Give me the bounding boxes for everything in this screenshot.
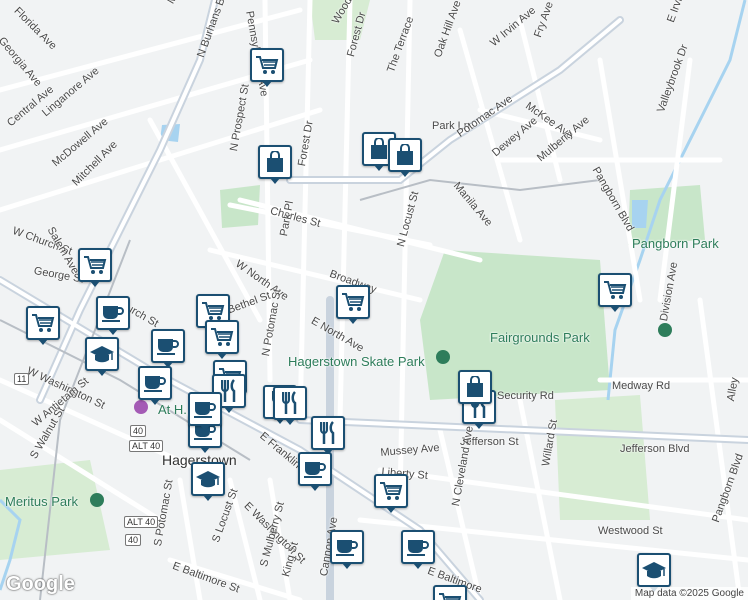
map-attribution[interactable]: Map data ©2025 Google xyxy=(630,587,748,600)
poi-label[interactable]: Meritus Park xyxy=(5,494,78,509)
road-label: Westwood St xyxy=(598,525,663,537)
bag-icon xyxy=(395,144,415,166)
cup-icon xyxy=(406,537,430,557)
marker-tail xyxy=(610,306,620,312)
route-shield: 11 xyxy=(14,373,30,385)
cart-icon xyxy=(438,592,462,600)
poi-label[interactable]: Hagerstown Skate Park xyxy=(288,354,425,369)
bag-icon xyxy=(465,376,485,398)
marker-tail xyxy=(285,419,295,425)
marker-tail xyxy=(310,485,320,491)
route-shield: 40 xyxy=(130,425,147,437)
map-marker-cup[interactable] xyxy=(330,530,364,569)
cup-icon xyxy=(143,373,167,393)
google-logo: Google xyxy=(6,573,75,595)
map-marker-cart[interactable] xyxy=(374,474,408,513)
cart-icon xyxy=(31,313,55,333)
school-icon xyxy=(641,560,667,580)
map-view[interactable]: Florida AveGeorgia AveN Burhans BlvdMulb… xyxy=(0,0,748,600)
cup-icon xyxy=(303,459,327,479)
marker-tail xyxy=(386,507,396,513)
marker-tail xyxy=(270,178,280,184)
fork-knife-icon xyxy=(279,391,301,415)
cart-icon xyxy=(83,255,107,275)
route-shield: ALT 40 xyxy=(124,516,159,528)
map-marker-bag[interactable] xyxy=(458,370,492,409)
marker-tail xyxy=(97,370,107,376)
cup-icon xyxy=(156,336,180,356)
poi-label[interactable]: Fairgrounds Park xyxy=(490,330,590,345)
poi-label[interactable]: Pangborn Park xyxy=(632,236,719,251)
map-marker-cart[interactable] xyxy=(205,320,239,359)
marker-tail xyxy=(150,399,160,405)
map-marker-school[interactable] xyxy=(637,553,671,592)
cart-icon xyxy=(201,301,225,321)
map-marker-school[interactable] xyxy=(191,462,225,501)
map-marker-school[interactable] xyxy=(85,337,119,376)
map-marker-cart[interactable] xyxy=(598,273,632,312)
school-icon xyxy=(195,469,221,489)
cart-icon xyxy=(379,481,403,501)
marker-tail xyxy=(90,281,100,287)
fork-knife-icon xyxy=(317,421,339,445)
cup-icon xyxy=(193,399,217,419)
map-marker-cart[interactable] xyxy=(433,585,467,600)
marker-tail xyxy=(374,165,384,171)
marker-tail xyxy=(203,495,213,501)
school-icon xyxy=(89,344,115,364)
skate-park-pin xyxy=(436,350,450,364)
marker-tail xyxy=(474,423,484,429)
marker-tail xyxy=(348,318,358,324)
map-marker-cup[interactable] xyxy=(138,366,172,405)
map-marker-cart[interactable] xyxy=(336,285,370,324)
meritus-park-pin xyxy=(90,493,104,507)
marker-tail xyxy=(470,403,480,409)
attraction-pin xyxy=(134,400,148,414)
marker-tail xyxy=(413,563,423,569)
road-label: Jefferson Blvd xyxy=(620,443,690,455)
map-marker-cup[interactable] xyxy=(151,329,185,368)
route-shield: 40 xyxy=(125,534,142,546)
map-marker-fork-knife[interactable] xyxy=(311,416,345,455)
road-label: Medway Rd xyxy=(612,380,671,392)
map-marker-cup[interactable] xyxy=(401,530,435,569)
marker-tail xyxy=(200,425,210,431)
map-marker-cup[interactable] xyxy=(298,452,332,491)
cart-icon xyxy=(341,292,365,312)
marker-tail xyxy=(400,171,410,177)
marker-tail xyxy=(262,81,272,87)
marker-tail xyxy=(108,329,118,335)
cart-icon xyxy=(255,55,279,75)
fairgrounds-park-area xyxy=(420,250,610,400)
bag-icon xyxy=(265,151,285,173)
cart-icon xyxy=(603,280,627,300)
road-label: Security Rd xyxy=(497,390,554,402)
marker-tail xyxy=(200,447,210,453)
map-marker-cup[interactable] xyxy=(96,296,130,335)
map-marker-cart[interactable] xyxy=(78,248,112,287)
route-shield: ALT 40 xyxy=(129,440,164,452)
bag-icon xyxy=(369,138,389,160)
marker-tail xyxy=(342,563,352,569)
marker-tail xyxy=(38,339,48,345)
map-marker-cart[interactable] xyxy=(26,306,60,345)
cup-icon xyxy=(101,303,125,323)
park-pin-east xyxy=(658,323,672,337)
map-marker-bag[interactable] xyxy=(388,138,422,177)
map-marker-fork-knife[interactable] xyxy=(273,386,307,425)
map-marker-cart[interactable] xyxy=(250,48,284,87)
marker-tail xyxy=(217,353,227,359)
cup-icon xyxy=(335,537,359,557)
map-marker-bag[interactable] xyxy=(258,145,292,184)
marker-tail xyxy=(224,407,234,413)
map-marker-cup[interactable] xyxy=(188,392,222,431)
cart-icon xyxy=(210,327,234,347)
